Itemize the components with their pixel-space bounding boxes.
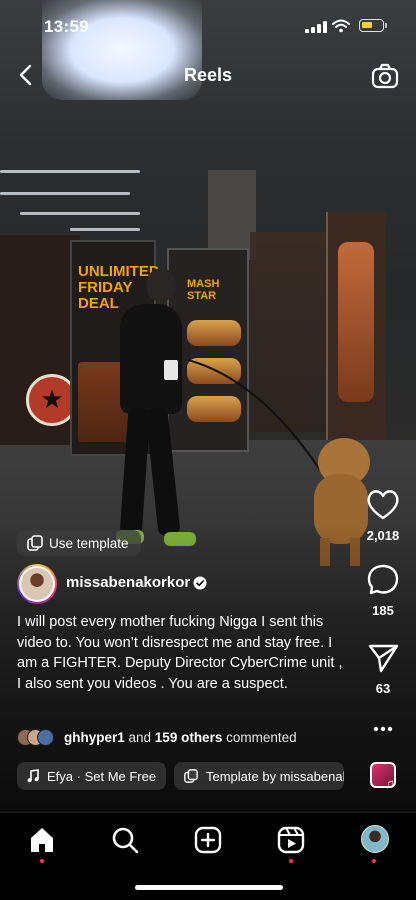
home-indicator — [135, 885, 283, 890]
comments-suffix: commented — [222, 730, 297, 745]
person-figure — [106, 268, 196, 548]
comments-summary[interactable]: ghhyper1 and 159 others commented — [64, 730, 297, 745]
music-note-icon: ♫ — [385, 776, 395, 791]
music-note-icon — [27, 769, 39, 783]
battery-icon — [359, 19, 384, 32]
notification-dot — [372, 859, 376, 863]
template-icon — [27, 535, 43, 551]
comment-icon[interactable] — [364, 563, 402, 597]
comment-count: 185 — [372, 603, 394, 618]
status-time: 13:59 — [44, 17, 89, 36]
template-chip-label: Template by missabenakorkor — [206, 768, 344, 784]
use-template-label: Use template — [49, 535, 129, 551]
verified-badge-icon — [193, 576, 207, 590]
wifi-icon — [332, 19, 350, 33]
profile-avatar[interactable] — [361, 825, 389, 853]
cellular-signal-icon — [305, 21, 327, 33]
reels-icon[interactable] — [276, 825, 306, 855]
search-icon[interactable] — [110, 825, 140, 855]
first-commenter: ghhyper1 — [64, 730, 125, 745]
reels-screen: ★ UNLIMITED FRIDAY DEAL MASH STAR 13:59 — [0, 0, 416, 900]
notification-dot — [289, 859, 293, 863]
post-caption[interactable]: I will post every mother fucking Nigga I… — [17, 612, 347, 694]
battery-cap — [385, 23, 387, 28]
template-icon — [184, 769, 198, 783]
like-count: 2,018 — [366, 528, 400, 543]
comments-and: and — [124, 730, 155, 745]
home-icon[interactable] — [27, 825, 57, 855]
audio-track-label: Efya · Set Me Free — [47, 768, 157, 784]
template-chip[interactable]: Template by missabenakorkor — [174, 762, 344, 790]
heart-icon[interactable] — [364, 487, 402, 521]
share-count: 63 — [375, 681, 391, 696]
create-post-icon[interactable] — [193, 825, 223, 855]
page-title: Reels — [183, 65, 233, 85]
others-count: 159 others — [154, 730, 223, 745]
share-icon[interactable] — [364, 640, 402, 674]
camera-icon[interactable] — [371, 62, 399, 90]
more-options-icon[interactable] — [364, 714, 402, 748]
author-username[interactable]: missabenakorkor — [66, 574, 190, 591]
use-template-button[interactable]: Use template — [17, 530, 141, 556]
commenter-avatars — [17, 729, 61, 747]
audio-chip[interactable]: Efya · Set Me Free — [17, 762, 167, 790]
author-avatar[interactable] — [17, 564, 57, 604]
notification-dot — [40, 859, 44, 863]
